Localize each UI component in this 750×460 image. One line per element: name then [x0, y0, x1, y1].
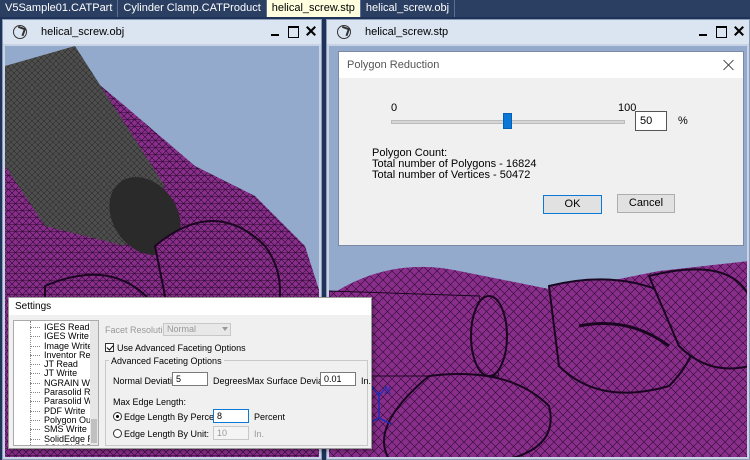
tree-scroll-thumb[interactable]: [91, 419, 97, 443]
app-logo-icon: [337, 25, 351, 39]
polygon-reduction-dialog: Polygon Reduction 0 100 % Polygon Count:…: [338, 51, 744, 246]
right-window-titlebar[interactable]: helical_screw.stp: [327, 20, 749, 44]
settings-title: Settings: [9, 298, 371, 315]
slider-min-label: 0: [391, 102, 398, 114]
left-window-titlebar[interactable]: helical_screw.obj: [3, 20, 321, 44]
tree-scrollbar[interactable]: [90, 321, 98, 445]
max-surface-deviation-input[interactable]: [320, 372, 356, 386]
slider-max-label: 100: [618, 102, 637, 114]
edge-by-percentage-radio[interactable]: [113, 412, 122, 421]
percent-input[interactable]: [635, 111, 667, 131]
close-icon[interactable]: [733, 24, 745, 38]
edge-by-percentage-unit: Percent: [254, 412, 286, 422]
ok-button[interactable]: OK: [543, 195, 602, 214]
maximize-icon[interactable]: [715, 24, 727, 38]
app-logo-icon: [13, 25, 27, 39]
chevron-down-icon: [222, 327, 228, 331]
tab-v5sample01[interactable]: V5Sample01.CATPart: [0, 0, 119, 17]
left-window-title: helical_screw.obj: [41, 26, 125, 38]
settings-tree[interactable]: IGES Read IGES Write Image Write Inventor R…: [13, 320, 99, 446]
edge-by-percentage-input[interactable]: [213, 409, 249, 423]
dialog-title: Polygon Reduction: [347, 59, 440, 71]
close-icon[interactable]: [305, 24, 317, 38]
minimize-icon[interactable]: [269, 24, 281, 38]
reduction-slider-thumb[interactable]: [503, 113, 512, 129]
minimize-icon[interactable]: [697, 24, 709, 38]
edge-by-unit-input[interactable]: [213, 426, 249, 440]
cancel-button[interactable]: Cancel: [617, 194, 675, 213]
settings-panel: Settings IGES Read IGES Write Image Write I…: [8, 297, 372, 449]
total-vertices-text: Total number of Vertices - 50472: [372, 169, 531, 181]
edge-by-unit-label: Edge Length By Unit:: [124, 429, 210, 439]
max-surface-deviation-unit: In.: [361, 376, 372, 386]
use-advanced-label: Use Advanced Faceting Options: [117, 343, 246, 353]
normal-deviation-input[interactable]: [172, 372, 208, 386]
maximize-icon[interactable]: [287, 24, 299, 38]
axis-label: X: [384, 385, 392, 397]
tree-item[interactable]: SOLIDWORKS R: [14, 443, 98, 445]
edge-by-unit-radio[interactable]: [113, 429, 122, 438]
tab-helical-screw-obj[interactable]: helical_screw.obj: [361, 0, 456, 17]
normal-deviation-unit: Degrees: [213, 376, 248, 386]
edge-by-unit-unit: In.: [254, 429, 265, 439]
close-icon[interactable]: [723, 59, 735, 71]
right-window-title: helical_screw.stp: [365, 26, 449, 38]
percent-unit: %: [678, 115, 688, 127]
advanced-group-label: Advanced Faceting Options: [109, 356, 224, 366]
facet-resolution-select[interactable]: Normal: [163, 323, 231, 336]
dialog-titlebar[interactable]: Polygon Reduction: [339, 52, 743, 78]
tab-helical-screw-stp[interactable]: helical_screw.stp: [266, 0, 361, 17]
tab-cylinder-clamp[interactable]: Cylinder Clamp.CATProduct: [118, 0, 267, 17]
facet-resolution-value: Normal: [167, 324, 197, 334]
document-tab-bar: V5Sample01.CATPart Cylinder Clamp.CATPro…: [0, 0, 750, 17]
use-advanced-checkbox[interactable]: [105, 343, 114, 352]
max-edge-length-label: Max Edge Length:: [113, 397, 187, 407]
